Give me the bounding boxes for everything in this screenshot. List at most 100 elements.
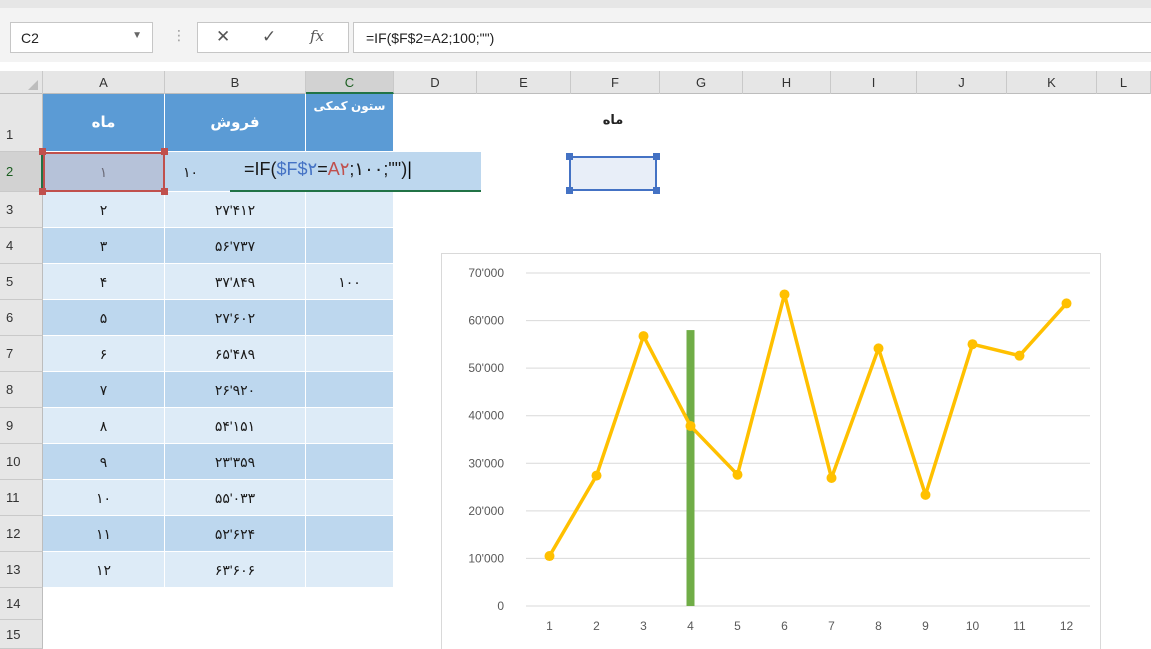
chevron-down-icon[interactable]: ▼ xyxy=(132,30,142,41)
fx-icon[interactable]: fx xyxy=(310,27,324,45)
header-cell-month[interactable]: ماه xyxy=(43,94,165,152)
cell-b4[interactable]: ۵۶'۷۳۷ xyxy=(165,228,306,264)
cell-c9[interactable] xyxy=(306,408,394,444)
cell-b13[interactable]: ۶۳'۶۰۶ xyxy=(165,552,306,588)
data-point xyxy=(1061,298,1072,309)
cell-b10[interactable]: ۲۳'۳۵۹ xyxy=(165,444,306,480)
edit-rest: ;۱۰۰;"") xyxy=(349,159,408,179)
column-header-g[interactable]: G xyxy=(660,71,743,94)
enter-icon[interactable]: ✓ xyxy=(262,27,276,47)
row-header[interactable]: 9 xyxy=(0,408,43,444)
cell-a5[interactable]: ۴ xyxy=(43,264,165,300)
row-header[interactable]: 5 xyxy=(0,264,43,300)
cell-c12[interactable] xyxy=(306,516,394,552)
cell-b9[interactable]: ۵۴'۱۵۱ xyxy=(165,408,306,444)
column-header-l[interactable]: L xyxy=(1097,71,1151,94)
row-header[interactable]: 10 xyxy=(0,444,43,480)
cell-a3[interactable]: ۲ xyxy=(43,192,165,228)
data-point xyxy=(638,331,649,342)
row-header[interactable]: 3 xyxy=(0,192,43,228)
cell-a13[interactable]: ۱۲ xyxy=(43,552,165,588)
row-header[interactable]: 4 xyxy=(0,228,43,264)
helper-bar xyxy=(686,330,695,606)
select-all-button[interactable] xyxy=(0,71,43,94)
formula-input[interactable]: =IF($F$2=A2;100;"") xyxy=(353,22,1151,53)
column-header-c[interactable]: C xyxy=(306,71,394,94)
cell-b8[interactable]: ۲۶'۹۲۰ xyxy=(165,372,306,408)
cell-a7[interactable]: ۶ xyxy=(43,336,165,372)
reference-handle[interactable] xyxy=(566,153,573,160)
column-header-d[interactable]: D xyxy=(394,71,477,94)
cell-b3[interactable]: ۲۷'۴۱۲ xyxy=(165,192,306,228)
cell-c5[interactable]: ۱۰۰ xyxy=(306,264,394,300)
column-header-b[interactable]: B xyxy=(165,71,306,94)
reference-handle[interactable] xyxy=(566,187,573,194)
reference-handle[interactable] xyxy=(653,187,660,194)
x-tick-label: 12 xyxy=(1060,619,1074,633)
row-header[interactable]: 12 xyxy=(0,516,43,552)
y-tick-label: 50'000 xyxy=(468,361,504,375)
formula-bar: C2 ▼ ⋮ ✕ ✓ fx =IF($F$2=A2;100;"") xyxy=(0,0,1151,62)
cell-c11[interactable] xyxy=(306,480,394,516)
reference-handle[interactable] xyxy=(161,188,168,195)
cell-b7[interactable]: ۶۵'۴۸۹ xyxy=(165,336,306,372)
row-header[interactable]: 1 xyxy=(0,94,43,152)
row-header[interactable]: 8 xyxy=(0,372,43,408)
cell-c8[interactable] xyxy=(306,372,394,408)
column-headers: A B C D E F G H I J K L xyxy=(0,71,1151,94)
cell-c13[interactable] xyxy=(306,552,394,588)
cancel-icon[interactable]: ✕ xyxy=(216,27,230,47)
cell-a11[interactable]: ۱۰ xyxy=(43,480,165,516)
drag-handle-icon[interactable]: ⋮ xyxy=(172,27,186,44)
header-cell-helper[interactable]: ستون کمکی xyxy=(306,94,394,152)
cell-a4[interactable]: ۳ xyxy=(43,228,165,264)
row-header[interactable]: 11 xyxy=(0,480,43,516)
f1-label[interactable]: ماه xyxy=(566,112,660,128)
column-header-e[interactable]: E xyxy=(477,71,571,94)
x-tick-label: 3 xyxy=(640,619,647,633)
cell-b12[interactable]: ۵۲'۶۲۴ xyxy=(165,516,306,552)
cell-a9[interactable]: ۸ xyxy=(43,408,165,444)
cell-a8[interactable]: ۷ xyxy=(43,372,165,408)
reference-handle[interactable] xyxy=(39,188,46,195)
row-header[interactable]: 14 xyxy=(0,588,43,620)
cell-c7[interactable] xyxy=(306,336,394,372)
cell-c6[interactable] xyxy=(306,300,394,336)
row-header[interactable]: 6 xyxy=(0,300,43,336)
cell-c10[interactable] xyxy=(306,444,394,480)
text-cursor: | xyxy=(407,159,412,179)
x-tick-label: 9 xyxy=(922,619,929,633)
reference-handle[interactable] xyxy=(653,153,660,160)
cell-a12[interactable]: ۱۱ xyxy=(43,516,165,552)
column-header-a[interactable]: A xyxy=(43,71,165,94)
reference-handle[interactable] xyxy=(161,148,168,155)
column-header-f[interactable]: F xyxy=(571,71,660,94)
column-header-i[interactable]: I xyxy=(831,71,917,94)
edit-func: =IF( xyxy=(244,159,277,179)
cell-b6[interactable]: ۲۷'۶۰۲ xyxy=(165,300,306,336)
row-header[interactable]: 15 xyxy=(0,620,43,649)
reference-highlight-f2[interactable] xyxy=(569,156,657,191)
column-header-h[interactable]: H xyxy=(743,71,831,94)
name-box[interactable]: C2 ▼ xyxy=(10,22,153,53)
column-header-j[interactable]: J xyxy=(917,71,1007,94)
reference-handle[interactable] xyxy=(39,148,46,155)
header-cell-sales[interactable]: فروش xyxy=(165,94,306,152)
cell-b5[interactable]: ۳۷'۸۴۹ xyxy=(165,264,306,300)
data-point xyxy=(920,489,931,500)
y-tick-label: 60'000 xyxy=(468,314,504,328)
row-header[interactable]: 13 xyxy=(0,552,43,588)
column-header-k[interactable]: K xyxy=(1007,71,1097,94)
sales-line xyxy=(547,292,1068,557)
row-header[interactable]: 2 xyxy=(0,152,43,192)
chart-area[interactable]: 0 10'000 20'000 30'000 40'000 50'000 60'000 70'… xyxy=(441,253,1101,649)
cell-c4[interactable] xyxy=(306,228,394,264)
cell-a6[interactable]: ۵ xyxy=(43,300,165,336)
cell-a10[interactable]: ۹ xyxy=(43,444,165,480)
cell-b11[interactable]: ۵۵'۰۳۳ xyxy=(165,480,306,516)
edit-eq: = xyxy=(317,159,328,179)
cell-c3[interactable] xyxy=(306,192,394,228)
row-header[interactable]: 7 xyxy=(0,336,43,372)
cell-edit-text: =IF($F$۲=A۲;۱۰۰;"")| xyxy=(244,159,412,180)
select-all-icon xyxy=(28,80,38,90)
